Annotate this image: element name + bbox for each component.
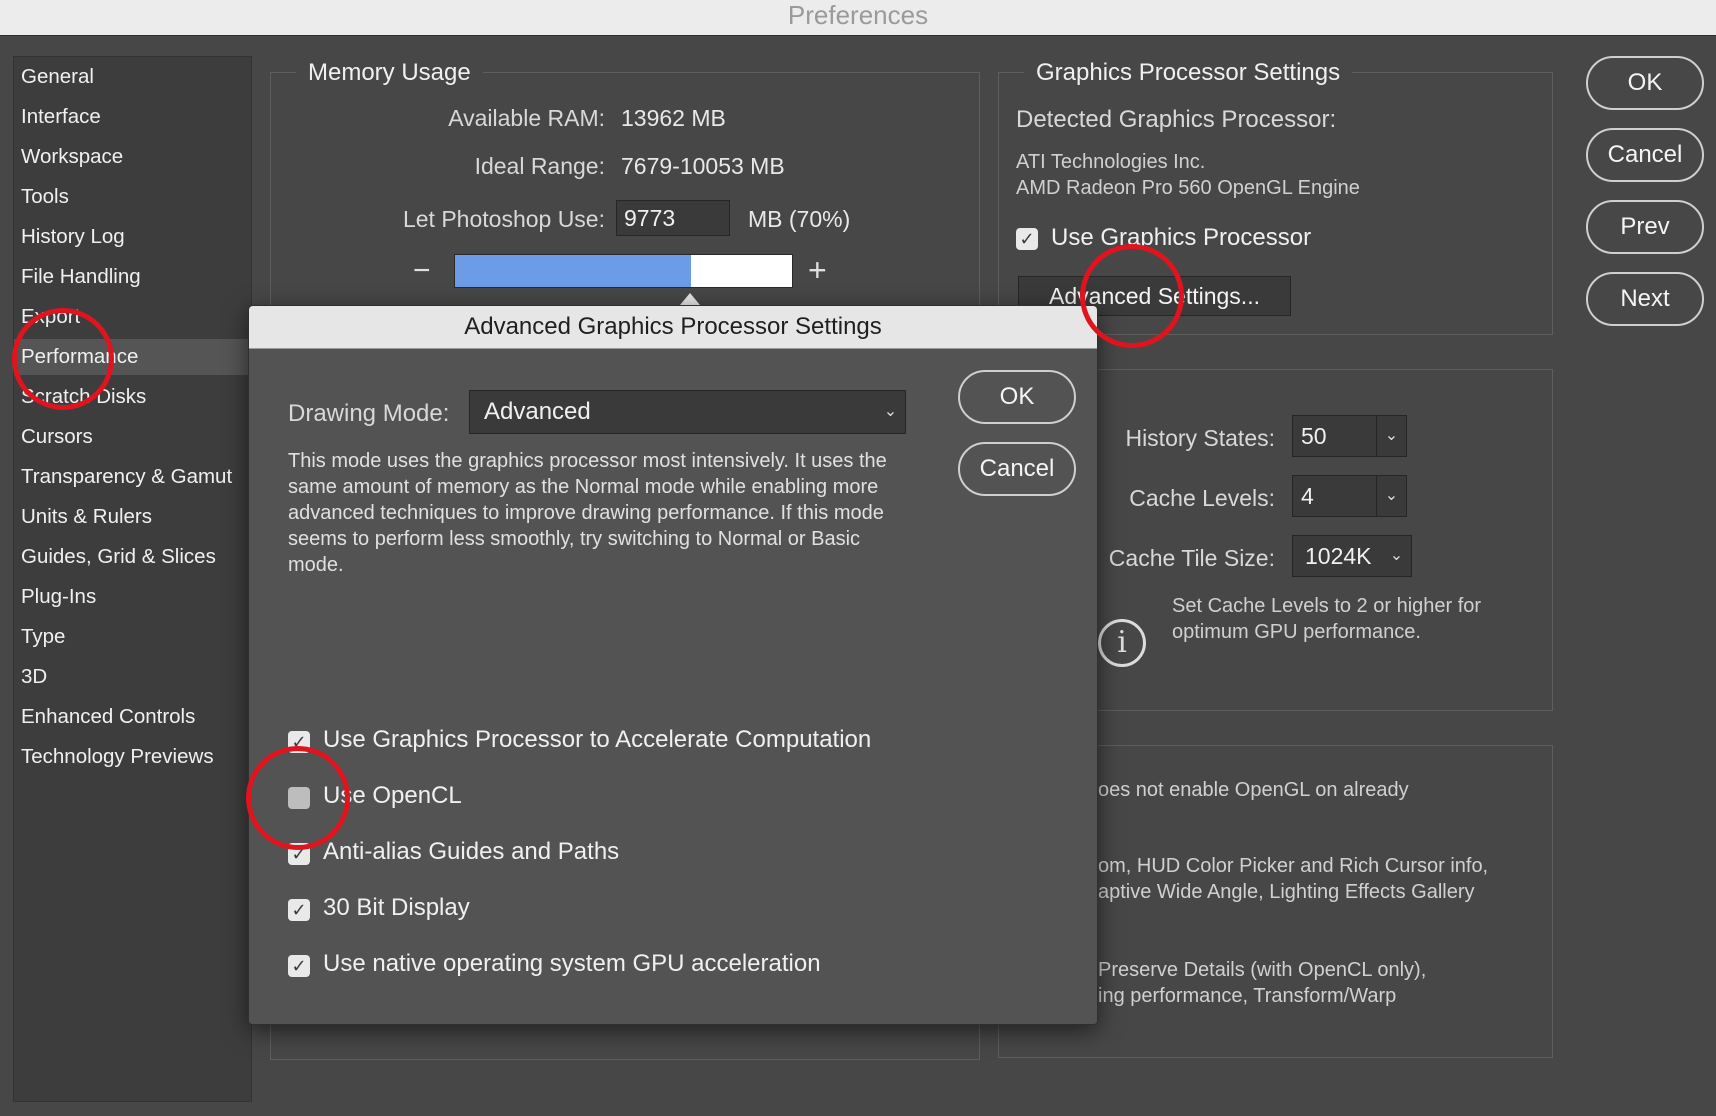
ideal-range-label: Ideal Range: <box>474 153 605 179</box>
accelerate-computation-label: Use Graphics Processor to Accelerate Com… <box>323 726 872 753</box>
advanced-gpu-dialog: Advanced Graphics Processor Settings Dra… <box>248 305 1098 1025</box>
available-ram-value: 13962 MB <box>621 105 726 131</box>
sidebar-item-tools[interactable]: Tools <box>14 179 251 215</box>
gpu-settings-legend: Graphics Processor Settings <box>1024 58 1353 88</box>
cache-info-text: Set Cache Levels to 2 or higher for opti… <box>1172 595 1482 643</box>
drawing-mode-select[interactable]: Advanced ⌄ <box>469 390 906 434</box>
sidebar-item-transparency-gamut[interactable]: Transparency & Gamut <box>14 459 251 495</box>
sidebar-item-3d[interactable]: 3D <box>14 659 251 695</box>
detected-gpu-label: Detected Graphics Processor: <box>1016 106 1337 133</box>
sidebar-item-workspace[interactable]: Workspace <box>14 139 251 175</box>
native-gpu-acceleration-checkbox[interactable]: ✓ <box>288 955 310 977</box>
use-gpu-label: Use Graphics Processor <box>1051 224 1312 251</box>
description-line-4: Preserve Details (with OpenCL only), <box>1098 959 1427 981</box>
description-line-3: aptive Wide Angle, Lighting Effects Gall… <box>1098 881 1475 903</box>
history-states-select[interactable]: 50 ⌄ <box>1292 415 1407 457</box>
history-states-value: 50 <box>1301 423 1327 449</box>
description-line-5: ing performance, Transform/Warp <box>1098 985 1397 1007</box>
info-icon: i <box>1098 619 1146 667</box>
gpu-renderer: AMD Radeon Pro 560 OpenGL Engine <box>1016 177 1360 199</box>
sidebar-item-units-rulers[interactable]: Units & Rulers <box>14 499 251 535</box>
cache-levels-label: Cache Levels: <box>1129 485 1275 511</box>
available-ram-label: Available RAM: <box>448 105 605 131</box>
sidebar-item-guides-grid-slices[interactable]: Guides, Grid & Slices <box>14 539 251 575</box>
chevron-down-icon: ⌄ <box>1376 416 1406 456</box>
anti-alias-label: Anti-alias Guides and Paths <box>323 838 620 865</box>
sidebar-item-cursors[interactable]: Cursors <box>14 419 251 455</box>
description-line-2: om, HUD Color Picker and Rich Cursor inf… <box>1098 855 1489 877</box>
30-bit-display-checkbox[interactable]: ✓ <box>288 899 310 921</box>
cache-levels-value: 4 <box>1301 483 1314 509</box>
sidebar-item-technology-previews[interactable]: Technology Previews <box>14 739 251 775</box>
let-photoshop-use-label: Let Photoshop Use: <box>402 206 605 232</box>
memory-slider-track[interactable] <box>454 254 793 288</box>
annotation-circle-opencl <box>246 746 350 850</box>
use-gpu-checkbox[interactable]: ✓ <box>1016 228 1038 250</box>
native-gpu-acceleration-label: Use native operating system GPU accelera… <box>323 950 821 977</box>
gpu-vendor: ATI Technologies Inc. <box>1016 151 1206 173</box>
dialog-cancel-button[interactable]: Cancel <box>958 442 1076 496</box>
sidebar-item-plug-ins[interactable]: Plug-Ins <box>14 579 251 615</box>
sidebar-item-interface[interactable]: Interface <box>14 99 251 135</box>
preferences-sidebar: General Interface Workspace Tools Histor… <box>13 56 252 1102</box>
memory-use-unit: MB (70%) <box>748 206 851 232</box>
window-title: Preferences <box>0 0 1716 36</box>
memory-slider-fill <box>455 255 691 287</box>
sidebar-item-enhanced-controls[interactable]: Enhanced Controls <box>14 699 251 735</box>
memory-increase-button[interactable]: + <box>808 252 827 289</box>
cache-tile-size-value: 1024K <box>1305 543 1372 569</box>
cache-tile-size-select[interactable]: 1024K ⌄ <box>1292 535 1412 577</box>
description-line-1: oes not enable OpenGL on already <box>1098 779 1409 801</box>
ok-button[interactable]: OK <box>1586 56 1704 110</box>
30-bit-display-label: 30 Bit Display <box>323 894 470 921</box>
cache-tile-size-label: Cache Tile Size: <box>1108 545 1275 571</box>
sidebar-item-general[interactable]: General <box>14 59 251 95</box>
drawing-mode-label: Drawing Mode: <box>288 400 450 427</box>
sidebar-item-file-handling[interactable]: File Handling <box>14 259 251 295</box>
dialog-title: Advanced Graphics Processor Settings <box>249 306 1097 349</box>
dialog-pointer <box>680 293 700 305</box>
memory-use-input[interactable] <box>616 200 730 236</box>
drawing-mode-value: Advanced <box>484 398 591 425</box>
next-button[interactable]: Next <box>1586 272 1704 326</box>
prev-button[interactable]: Prev <box>1586 200 1704 254</box>
dialog-ok-button[interactable]: OK <box>958 370 1076 424</box>
cancel-button[interactable]: Cancel <box>1586 128 1704 182</box>
drawing-mode-description: This mode uses the graphics processor mo… <box>288 450 887 576</box>
chevron-down-icon: ⌄ <box>883 403 898 420</box>
ideal-range-value: 7679-10053 MB <box>621 153 785 179</box>
chevron-down-icon: ⌄ <box>1389 547 1404 564</box>
annotation-circle-performance <box>12 308 114 410</box>
memory-usage-legend: Memory Usage <box>296 58 483 88</box>
chevron-down-icon: ⌄ <box>1376 476 1406 516</box>
cache-levels-select[interactable]: 4 ⌄ <box>1292 475 1407 517</box>
annotation-circle-advanced-settings <box>1080 244 1184 348</box>
memory-decrease-button[interactable]: − <box>413 254 431 288</box>
sidebar-item-type[interactable]: Type <box>14 619 251 655</box>
history-states-label: History States: <box>1125 425 1275 451</box>
sidebar-item-history-log[interactable]: History Log <box>14 219 251 255</box>
